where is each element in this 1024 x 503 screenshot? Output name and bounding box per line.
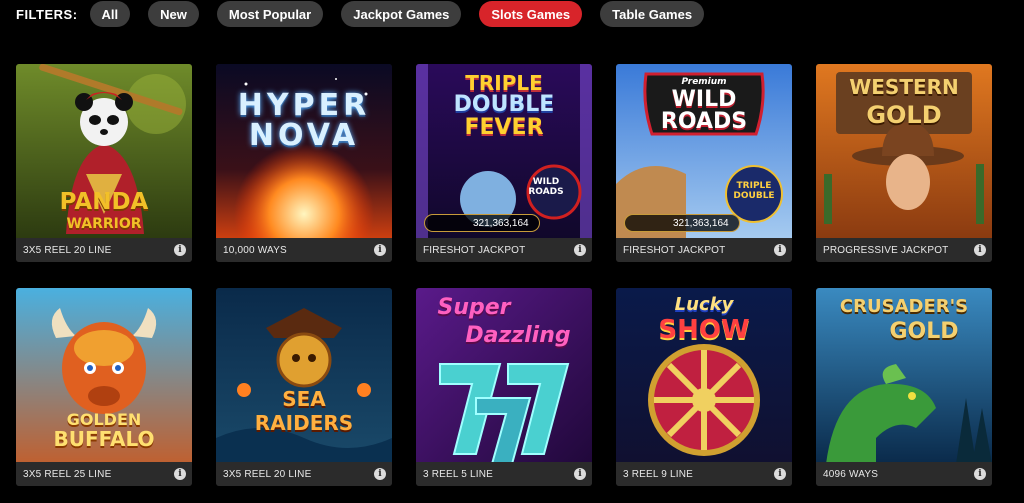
game-title: PANDA	[59, 189, 149, 215]
game-title: GOLDEN	[66, 410, 142, 429]
game-card-western-gold[interactable]: WESTERN GOLD PROGRESSIVE JACKPOT i	[816, 64, 992, 262]
info-icon[interactable]: i	[374, 244, 386, 256]
game-tag: FIRESHOT JACKPOT	[423, 244, 526, 256]
game-title-line2: DOUBLE	[453, 92, 555, 117]
game-thumbnail	[216, 288, 392, 464]
game-title: WESTERN	[849, 75, 959, 99]
jackpot-amount: 321,363,164	[673, 217, 729, 229]
card-info-bar: 4096 WAYS i	[816, 462, 992, 486]
game-tag: 4096 WAYS	[823, 468, 879, 480]
info-icon[interactable]: i	[174, 244, 186, 256]
wild-roads-badge: WILD	[532, 177, 560, 187]
game-subtitle: RAIDERS	[254, 411, 354, 435]
filter-new[interactable]: New	[148, 1, 199, 27]
card-info-bar: 3X5 REEL 25 LINE i	[16, 462, 192, 486]
game-tag: 3 REEL 9 LINE	[623, 468, 694, 480]
filter-all[interactable]: All	[89, 1, 131, 27]
jackpot-amount: 321,363,164	[473, 217, 529, 229]
filter-slots-games[interactable]: Slots Games	[479, 1, 583, 27]
game-title: CRUSADER'S	[839, 296, 969, 317]
game-tag: PROGRESSIVE JACKPOT	[823, 244, 949, 256]
jackpot-counter: 321,363,164	[424, 214, 540, 232]
card-info-bar: 3 REEL 9 LINE i	[616, 462, 792, 486]
card-info-bar: 10,000 WAYS i	[216, 238, 392, 262]
card-info-bar: 3X5 REEL 20 LINE i	[216, 462, 392, 486]
game-tag: 10,000 WAYS	[223, 244, 287, 256]
filter-jackpot-games[interactable]: Jackpot Games	[341, 1, 462, 27]
game-card-lucky-show[interactable]: Lucky SHOW 3 REEL 9 LINE i	[616, 288, 792, 486]
info-icon[interactable]: i	[374, 468, 386, 480]
game-tag: 3 REEL 5 LINE	[423, 468, 494, 480]
game-card-golden-buffalo[interactable]: GOLDEN BUFFALO 3X5 REEL 25 LINE i	[16, 288, 192, 486]
game-title-line3: FEVER	[464, 115, 544, 140]
game-subtitle: ROADS	[660, 109, 748, 134]
card-info-bar: PROGRESSIVE JACKPOT i	[816, 238, 992, 262]
card-info-bar: 3X5 REEL 20 LINE i	[16, 238, 192, 262]
game-subtitle: SHOW	[658, 315, 750, 345]
info-icon[interactable]: i	[574, 468, 586, 480]
game-card-triple-double-fever[interactable]: TRIPLE DOUBLE FEVER WILD ROADS 321,363,1…	[416, 64, 592, 262]
info-icon[interactable]: i	[174, 468, 186, 480]
info-icon[interactable]: i	[974, 244, 986, 256]
game-tag: 3X5 REEL 20 LINE	[223, 468, 312, 480]
wild-roads-badge-line2: ROADS	[528, 187, 564, 197]
filters-bar: FILTERS: All New Most Popular Jackpot Ga…	[16, 0, 722, 28]
triple-double-badge-line2: DOUBLE	[733, 191, 775, 201]
game-subtitle: Dazzling	[465, 323, 571, 348]
triple-double-badge: TRIPLE	[736, 181, 772, 191]
game-tag: FIRESHOT JACKPOT	[623, 244, 726, 256]
card-info-bar: 3 REEL 5 LINE i	[416, 462, 592, 486]
game-title: Super	[437, 295, 511, 320]
game-title: WILD	[671, 87, 737, 112]
game-subtitle: WARRIOR	[66, 216, 142, 232]
game-card-wild-roads[interactable]: Premium WILD ROADS TRIPLE DOUBLE 321,363…	[616, 64, 792, 262]
card-info-bar: FIRESHOT JACKPOT i	[616, 238, 792, 262]
game-card-sea-raiders[interactable]: SEA RAIDERS 3X5 REEL 20 LINE i	[216, 288, 392, 486]
jackpot-counter: 321,363,164	[624, 214, 740, 232]
game-title: HYPER	[237, 88, 371, 123]
game-title: Lucky	[674, 294, 734, 315]
game-subtitle: GOLD	[866, 101, 942, 129]
game-tag: 3X5 REEL 20 LINE	[23, 244, 112, 256]
game-subtitle: BUFFALO	[53, 427, 155, 451]
game-card-super-dazzling[interactable]: Super Dazzling 3 REEL 5 LINE i	[416, 288, 592, 486]
game-subtitle: GOLD	[889, 319, 959, 344]
game-subtitle: NOVA	[248, 118, 360, 153]
game-title: TRIPLE	[465, 71, 543, 95]
game-title: SEA	[282, 387, 326, 411]
info-icon[interactable]: i	[774, 468, 786, 480]
filter-table-games[interactable]: Table Games	[600, 1, 705, 27]
game-card-panda-warrior[interactable]: PANDA WARRIOR 3X5 REEL 20 LINE i	[16, 64, 192, 262]
info-icon[interactable]: i	[574, 244, 586, 256]
info-icon[interactable]: i	[974, 468, 986, 480]
card-info-bar: FIRESHOT JACKPOT i	[416, 238, 592, 262]
game-tag: 3X5 REEL 25 LINE	[23, 468, 112, 480]
game-card-crusaders-gold[interactable]: CRUSADER'S GOLD 4096 WAYS i	[816, 288, 992, 486]
filter-most-popular[interactable]: Most Popular	[216, 1, 324, 27]
filters-label: FILTERS:	[16, 6, 78, 22]
game-card-hyper-nova[interactable]: HYPER NOVA 10,000 WAYS i	[216, 64, 392, 262]
game-title-prefix: Premium	[681, 77, 727, 87]
info-icon[interactable]: i	[774, 244, 786, 256]
